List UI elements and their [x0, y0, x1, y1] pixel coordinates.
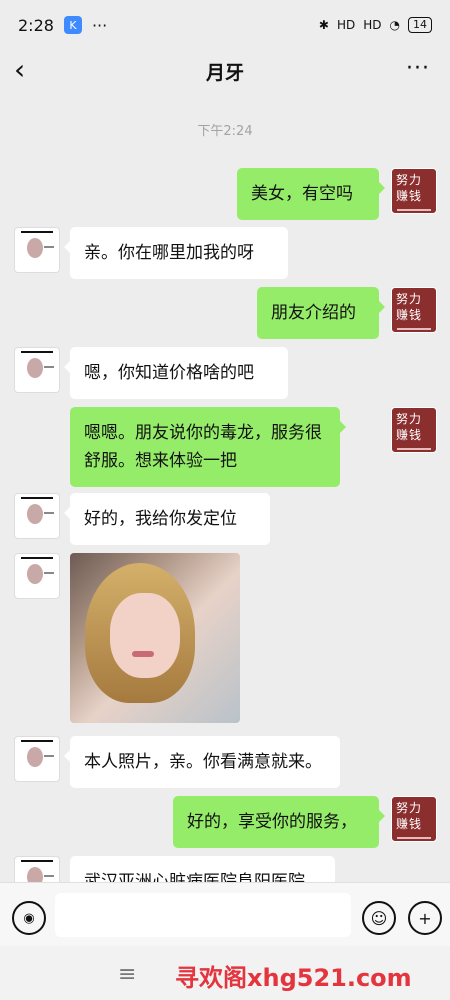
message-input[interactable] — [55, 893, 351, 937]
battery-icon: 14 — [408, 17, 432, 33]
watermark-text: 寻欢阁xhg521.com — [175, 964, 412, 992]
photo-lips — [132, 651, 154, 657]
status-time: 2:28 — [18, 15, 54, 35]
voice-input-icon[interactable]: ◉ — [12, 901, 46, 935]
avatar[interactable]: 努力 赚钱 — [391, 168, 437, 214]
chat-header: ‹ 月牙 ··· — [0, 50, 450, 92]
avatar[interactable]: 努力 赚钱 — [391, 287, 437, 333]
message-bubble[interactable]: 好的，享受你的服务， — [173, 796, 385, 848]
message-bubble[interactable]: 亲。你在哪里加我的呀 — [64, 227, 288, 279]
add-icon[interactable]: + — [408, 901, 442, 935]
avatar[interactable] — [14, 553, 60, 599]
network-right: HD — [363, 18, 382, 32]
avatar[interactable]: 努力 赚钱 — [391, 796, 437, 842]
menu-icon[interactable]: ≡ — [118, 962, 136, 987]
status-bar: 2:28 K ··· ✱ HD HD ◔ 14 — [0, 0, 450, 50]
message-bubble[interactable]: 嗯嗯。朋友说你的毒龙，服务很舒服。想来体验一把 — [70, 407, 346, 487]
avatar[interactable] — [14, 493, 60, 539]
input-bar: ◉ ☺ + — [0, 882, 450, 947]
network-left: HD — [336, 18, 356, 32]
avatar[interactable] — [14, 736, 60, 782]
message-bubble[interactable]: 朋友介绍的 — [257, 287, 385, 339]
message-bubble[interactable]: 嗯，你知道价格啥的吧 — [64, 347, 288, 399]
wifi-icon: ◔ — [389, 18, 400, 32]
avatar[interactable]: 努力 赚钱 — [391, 407, 437, 453]
avatar[interactable] — [14, 347, 60, 393]
timestamp: 下午2:24 — [197, 124, 253, 139]
message-image[interactable] — [70, 553, 240, 723]
more-icon[interactable]: ··· — [406, 56, 430, 81]
app-badge-icon: K — [63, 16, 82, 34]
emoji-icon[interactable]: ☺ — [362, 901, 396, 935]
avatar[interactable] — [14, 227, 60, 273]
message-bubble[interactable]: 本人照片，亲。你看满意就来。 — [64, 736, 340, 788]
message-bubble[interactable]: 美女，有空吗 — [237, 168, 385, 220]
photo-face — [110, 593, 180, 678]
message-bubble[interactable]: 好的，我给你发定位 — [64, 493, 270, 545]
status-left: 2:28 K ··· — [18, 16, 107, 35]
avatar-text-1: 努力 — [396, 173, 423, 187]
status-more: ··· — [91, 15, 108, 35]
chat-title: 月牙 — [205, 61, 244, 84]
status-right: ✱ HD HD ◔ 14 — [319, 17, 432, 33]
back-icon[interactable]: ‹ — [14, 56, 25, 84]
bluetooth-icon: ✱ — [318, 18, 329, 32]
avatar-underline — [397, 209, 431, 211]
avatar-text-2: 赚钱 — [396, 189, 423, 203]
